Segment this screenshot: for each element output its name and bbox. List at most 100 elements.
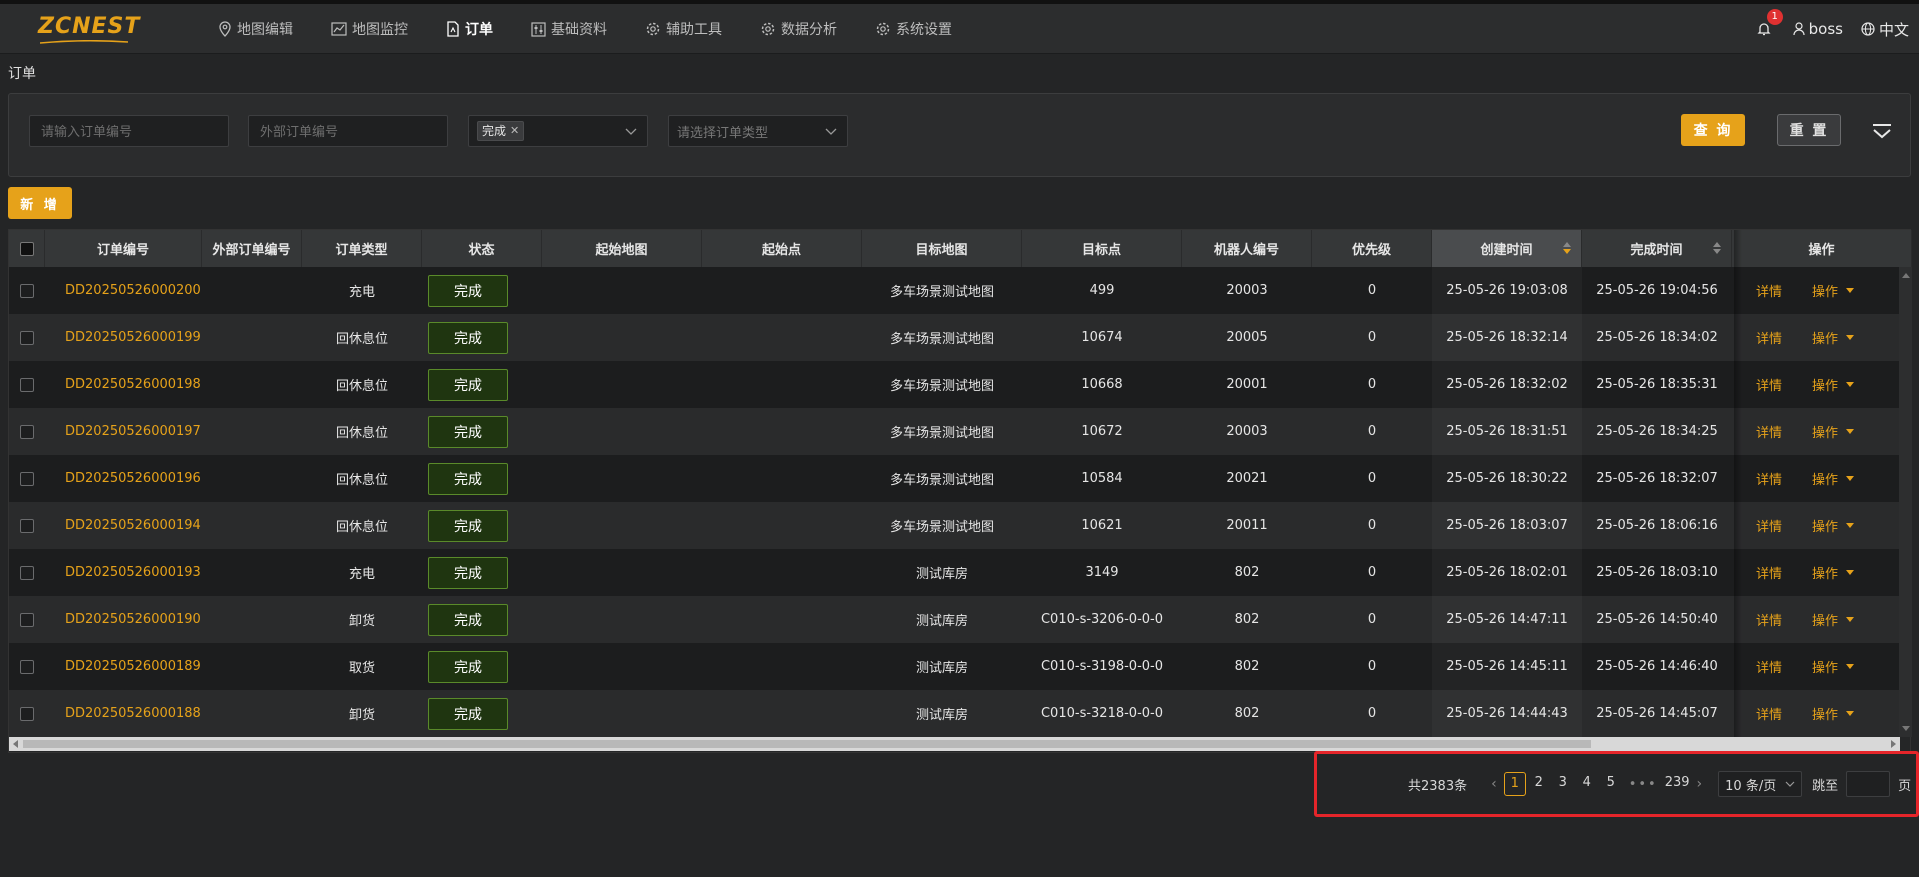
vertical-scrollbar[interactable] <box>1899 267 1912 737</box>
row-checkbox[interactable] <box>20 283 34 298</box>
scroll-left-icon[interactable] <box>13 740 18 748</box>
row-checkbox[interactable] <box>20 565 34 580</box>
nav-item-map-monitor[interactable]: 地图监控 <box>331 4 408 54</box>
table-row[interactable]: DD20250526000199 回休息位 完成 多车场景测试地图 10674 … <box>9 314 1912 361</box>
detail-link[interactable]: 详情 <box>1756 375 1782 394</box>
table-row[interactable]: DD20250526000198 回休息位 完成 多车场景测试地图 10668 … <box>9 361 1912 408</box>
detail-link[interactable]: 详情 <box>1756 281 1782 300</box>
sort-icon[interactable] <box>1563 242 1571 254</box>
nav-item-system-settings[interactable]: 系统设置 <box>875 4 952 54</box>
page-4[interactable]: 4 <box>1576 772 1598 796</box>
table-row[interactable]: DD20250526000193 充电 完成 测试库房 3149 802 0 2… <box>9 549 1912 596</box>
select-all-checkbox[interactable] <box>19 241 34 256</box>
row-checkbox[interactable] <box>20 659 34 674</box>
row-checkbox[interactable] <box>20 424 34 439</box>
action-dropdown[interactable]: 操作 <box>1812 469 1855 488</box>
col-created-time[interactable]: 创建时间 <box>1432 230 1582 267</box>
order-no-link[interactable]: DD20250526000196 <box>45 455 202 502</box>
add-order-button[interactable]: 新 增 <box>8 187 72 219</box>
status-badge: 完成 <box>428 462 508 495</box>
page-3[interactable]: 3 <box>1552 772 1574 796</box>
horizontal-scrollbar[interactable] <box>9 737 1900 751</box>
order-no-link[interactable]: DD20250526000190 <box>45 596 202 643</box>
page-size-select[interactable]: 10 条/页 <box>1718 771 1803 797</box>
action-dropdown[interactable]: 操作 <box>1812 281 1855 300</box>
collapse-filter-icon[interactable] <box>1871 121 1893 141</box>
order-no-input[interactable] <box>29 115 229 147</box>
order-no-link[interactable]: DD20250526000194 <box>45 502 202 549</box>
external-order-no-input[interactable] <box>248 115 448 147</box>
caret-down-icon <box>1846 382 1855 387</box>
target-point-cell: 499 <box>1089 283 1115 298</box>
nav-item-orders[interactable]: 订单 <box>446 4 493 54</box>
sort-icon[interactable] <box>1713 242 1721 254</box>
order-no-link[interactable]: DD20250526000189 <box>45 643 202 690</box>
order-no-link[interactable]: DD20250526000188 <box>45 690 202 737</box>
col-finished-time[interactable]: 完成时间 <box>1582 230 1732 267</box>
nav-item-data-analysis[interactable]: 数据分析 <box>760 4 837 54</box>
order-no-link[interactable]: DD20250526000198 <box>45 361 202 408</box>
page-2[interactable]: 2 <box>1528 772 1550 796</box>
table-row[interactable]: DD20250526000194 回休息位 完成 多车场景测试地图 10621 … <box>9 502 1912 549</box>
row-checkbox[interactable] <box>20 706 34 721</box>
nav-item-map-edit[interactable]: 地图编辑 <box>218 4 293 54</box>
action-dropdown[interactable]: 操作 <box>1812 563 1855 582</box>
nav-item-basic-data[interactable]: 基础资料 <box>531 4 607 54</box>
nav-item-tools[interactable]: 辅助工具 <box>645 4 722 54</box>
action-dropdown[interactable]: 操作 <box>1812 516 1855 535</box>
user-menu[interactable]: boss <box>1793 20 1843 38</box>
close-icon[interactable]: ✕ <box>510 122 519 140</box>
action-dropdown[interactable]: 操作 <box>1812 328 1855 347</box>
order-no-link[interactable]: DD20250526000197 <box>45 408 202 455</box>
jump-page-input[interactable] <box>1846 771 1891 797</box>
action-dropdown[interactable]: 操作 <box>1812 422 1855 441</box>
reset-button[interactable]: 重 置 <box>1777 114 1841 146</box>
horizontal-scroll-thumb[interactable] <box>23 740 1591 748</box>
row-checkbox[interactable] <box>20 330 34 345</box>
detail-link[interactable]: 详情 <box>1756 563 1782 582</box>
table-row[interactable]: DD20250526000189 取货 完成 测试库房 C010-s-3198-… <box>9 643 1912 690</box>
query-button[interactable]: 查 询 <box>1681 114 1745 146</box>
table-row[interactable]: DD20250526000188 卸货 完成 测试库房 C010-s-3218-… <box>9 690 1912 737</box>
action-dropdown[interactable]: 操作 <box>1812 704 1855 723</box>
row-checkbox[interactable] <box>20 377 34 392</box>
page-last[interactable]: 239 <box>1665 772 1690 796</box>
order-no-link[interactable]: DD20250526000193 <box>45 549 202 596</box>
table-row[interactable]: DD20250526000200 充电 完成 多车场景测试地图 499 2000… <box>9 267 1912 314</box>
row-checkbox[interactable] <box>20 518 34 533</box>
scroll-right-icon[interactable] <box>1891 740 1896 748</box>
page-5[interactable]: 5 <box>1600 772 1622 796</box>
order-type-select[interactable]: 请选择订单类型 <box>668 115 848 147</box>
table-row[interactable]: DD20250526000197 回休息位 完成 多车场景测试地图 10672 … <box>9 408 1912 455</box>
globe-icon <box>1861 22 1875 36</box>
table-row[interactable]: DD20250526000190 卸货 完成 测试库房 C010-s-3206-… <box>9 596 1912 643</box>
notification-button[interactable]: 1 <box>1757 9 1783 37</box>
order-no-link[interactable]: DD20250526000199 <box>45 314 202 361</box>
prev-page-icon[interactable]: ‹ <box>1491 776 1497 792</box>
row-checkbox[interactable] <box>20 471 34 486</box>
status-select[interactable]: 完成 ✕ <box>468 115 648 147</box>
detail-link[interactable]: 详情 <box>1756 422 1782 441</box>
detail-link[interactable]: 详情 <box>1756 610 1782 629</box>
detail-link[interactable]: 详情 <box>1756 328 1782 347</box>
detail-link[interactable]: 详情 <box>1756 657 1782 676</box>
page-1[interactable]: 1 <box>1503 772 1526 796</box>
page-ellipsis[interactable]: ••• <box>1629 777 1658 792</box>
scroll-up-icon[interactable] <box>1902 273 1910 278</box>
row-checkbox[interactable] <box>20 612 34 627</box>
col-target-point: 目标点 <box>1022 230 1182 267</box>
zcnest-logo[interactable]: ZCNEST <box>38 16 139 44</box>
next-page-icon[interactable]: › <box>1697 776 1703 792</box>
detail-link[interactable]: 详情 <box>1756 704 1782 723</box>
action-dropdown[interactable]: 操作 <box>1812 610 1855 629</box>
external-no-cell <box>202 408 302 455</box>
detail-link[interactable]: 详情 <box>1756 469 1782 488</box>
table-row[interactable]: DD20250526000196 回休息位 完成 多车场景测试地图 10584 … <box>9 455 1912 502</box>
language-switcher[interactable]: 中文 <box>1861 19 1909 40</box>
action-dropdown[interactable]: 操作 <box>1812 657 1855 676</box>
scroll-down-icon[interactable] <box>1902 726 1910 731</box>
col-start-point: 起始点 <box>702 230 862 267</box>
order-no-link[interactable]: DD20250526000200 <box>45 267 202 314</box>
action-dropdown[interactable]: 操作 <box>1812 375 1855 394</box>
detail-link[interactable]: 详情 <box>1756 516 1782 535</box>
